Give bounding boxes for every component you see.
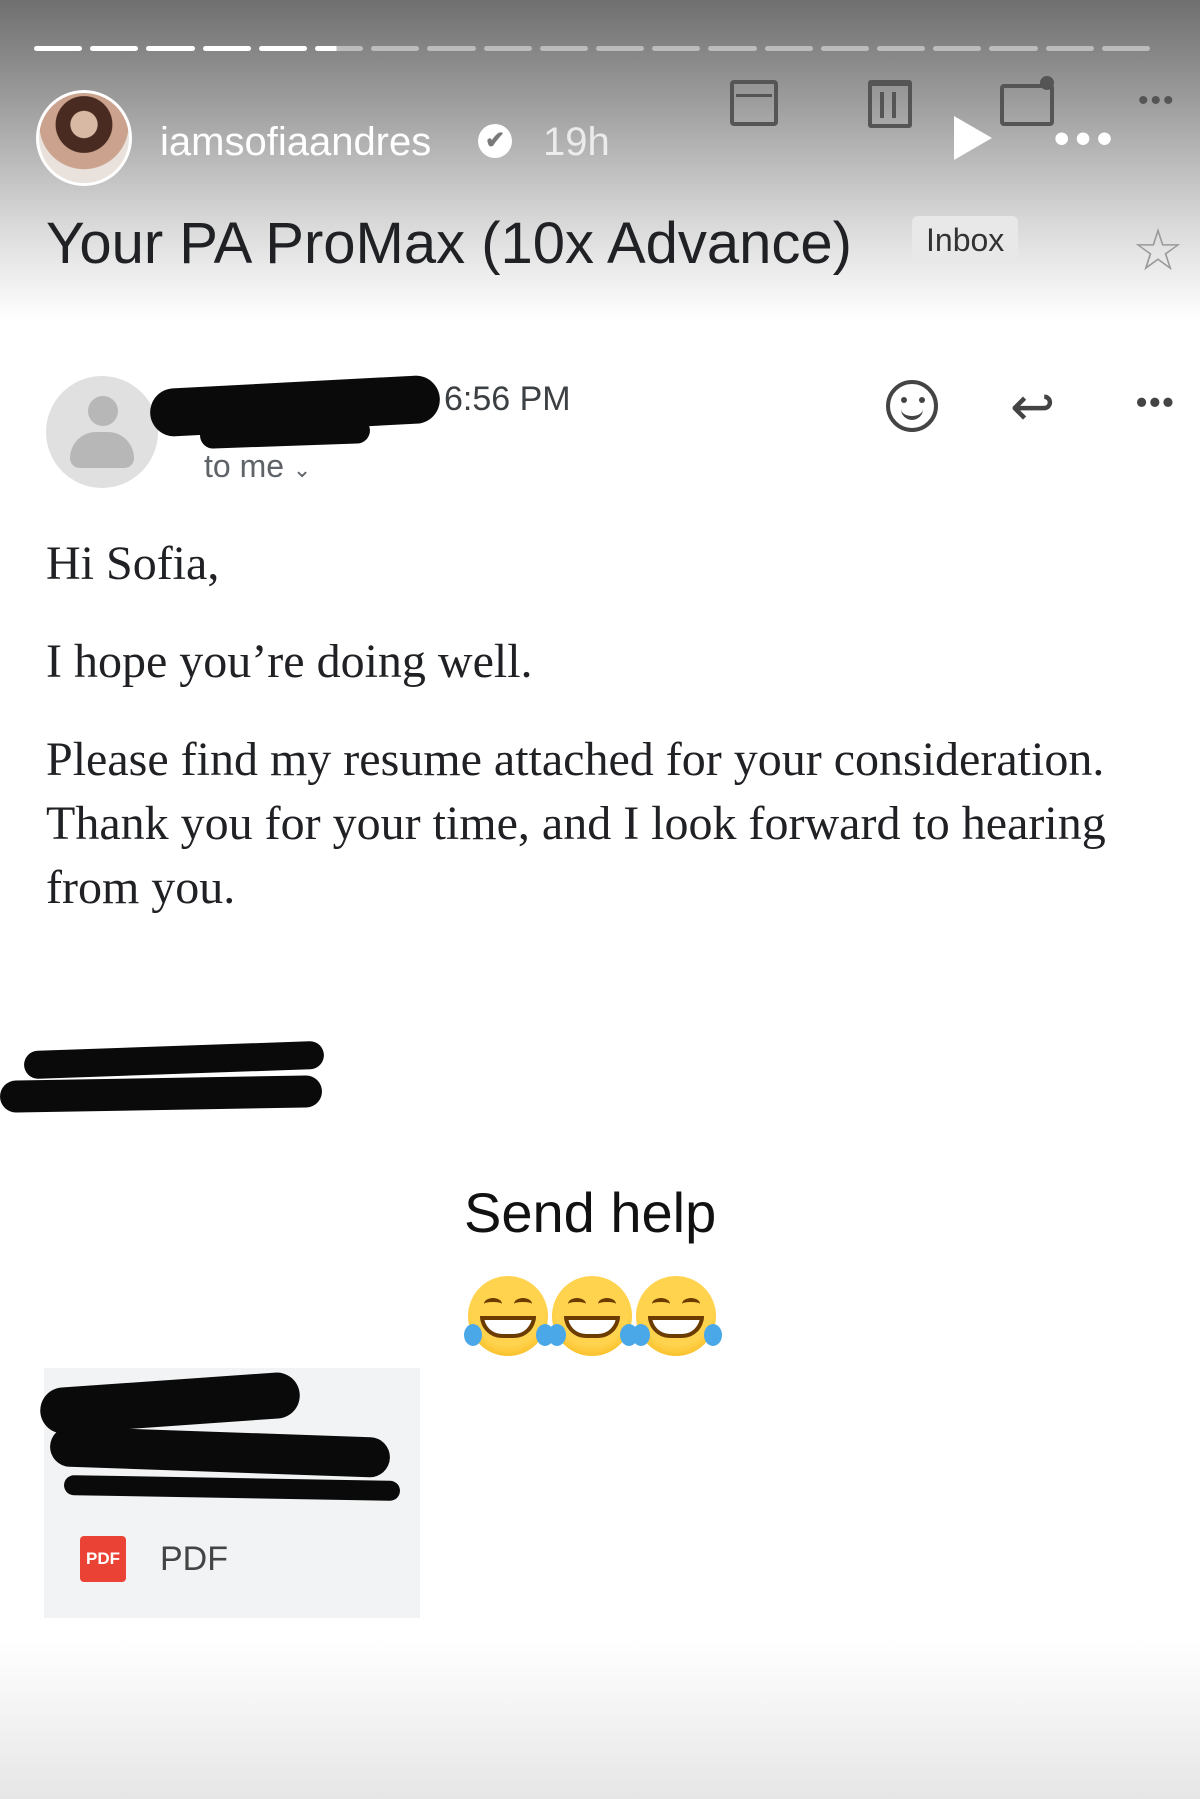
story-progress-segment <box>146 46 195 51</box>
email-overflow-menu-icon[interactable]: ••• <box>1138 84 1176 118</box>
reply-icon[interactable]: ↩ <box>1010 380 1055 434</box>
story-username[interactable]: iamsofiaandres <box>160 120 431 165</box>
story-progress-segment <box>1101 46 1151 51</box>
email-line: I hope you’re doing well. <box>46 635 533 688</box>
story-footer-overlay <box>0 1640 1200 1799</box>
story-progress-segment <box>820 46 870 51</box>
story-progress-segment <box>315 46 364 51</box>
laughing-emoji-icon <box>548 1276 632 1356</box>
email-greeting: Hi Sofia, <box>46 537 220 590</box>
email-subject: Your PA ProMax (10x Advance) <box>46 211 852 276</box>
story-progress-segment <box>708 46 757 51</box>
story-progress-segment <box>539 46 589 51</box>
verified-badge-icon: ✔ <box>478 124 512 158</box>
trash-icon[interactable] <box>868 80 912 128</box>
story-progress-segment <box>933 46 982 51</box>
laughing-emoji-icon <box>464 1276 548 1356</box>
attachment-type-label: PDF <box>160 1540 228 1578</box>
laughing-emoji-icon <box>632 1276 716 1356</box>
person-silhouette-icon <box>88 396 118 426</box>
story-progress-segment <box>483 46 532 51</box>
sender-name-redaction-2 <box>199 417 371 449</box>
mark-unread-icon[interactable] <box>1000 84 1054 126</box>
story-progress-segment <box>989 46 1038 51</box>
story-progress-segment <box>652 46 701 51</box>
play-icon[interactable] <box>954 116 992 160</box>
story-caption: Send help <box>464 1181 717 1244</box>
story-progress-segment <box>427 46 476 51</box>
signature-redaction-2 <box>0 1075 323 1113</box>
emoji-react-icon[interactable] <box>886 380 938 432</box>
story-progress-segment <box>1045 46 1094 51</box>
recipient-toggle[interactable]: to me ⌄ <box>204 448 311 485</box>
story-progress-segment <box>877 46 926 51</box>
archive-icon[interactable] <box>730 80 778 126</box>
inbox-label-badge[interactable]: Inbox <box>912 216 1019 265</box>
story-progress-segment <box>258 46 308 51</box>
story-avatar[interactable] <box>36 90 132 186</box>
story-more-options-icon[interactable]: ••• <box>1054 114 1118 164</box>
signature-redaction <box>23 1040 325 1080</box>
message-more-icon[interactable]: ••• <box>1136 384 1176 421</box>
unread-dot-icon <box>1040 76 1054 90</box>
story-progress-segment <box>596 46 645 51</box>
story-time-ago: 19h <box>543 120 610 164</box>
recipient-label: to me <box>204 448 285 484</box>
story-progress-segment <box>371 46 420 51</box>
chevron-down-icon: ⌄ <box>292 457 312 482</box>
email-time: 6:56 PM <box>444 380 571 418</box>
story-progress-segment <box>34 46 83 51</box>
person-silhouette-body <box>70 432 134 468</box>
pdf-icon: PDF <box>80 1536 126 1582</box>
story-progress-segment <box>764 46 813 51</box>
story-progress-segment <box>202 46 251 51</box>
email-paragraph: Please find my resume attached for your … <box>46 733 1106 914</box>
star-icon[interactable]: ☆ <box>1132 222 1184 280</box>
story-progress-segment <box>90 46 139 51</box>
story-progress-bar <box>34 46 1151 52</box>
sender-avatar <box>46 376 158 488</box>
